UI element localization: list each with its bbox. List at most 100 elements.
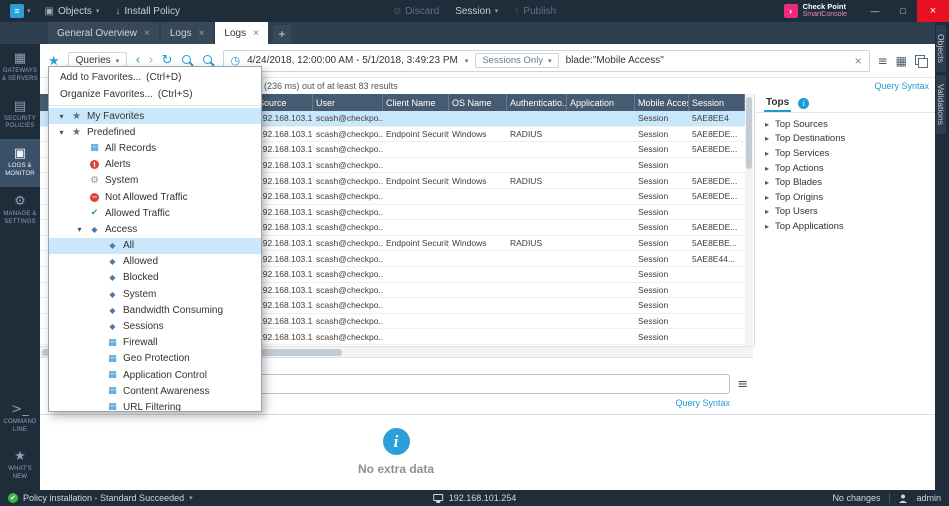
- menu-item-label: Add to Favorites...: [60, 72, 141, 83]
- query-tree-item-application-control[interactable]: ▦ Application Control: [49, 367, 261, 383]
- list-view-icon[interactable]: ≡: [878, 54, 888, 68]
- tabbar: General Overview × Logs × Logs × +: [0, 22, 935, 44]
- tab-logs[interactable]: Logs ×: [161, 22, 214, 44]
- chevron-right-icon: ▸: [765, 149, 769, 158]
- query-syntax-link-bottom[interactable]: Query Syntax: [675, 398, 730, 408]
- tops-item-top-blades[interactable]: ▸ Top Blades: [755, 175, 935, 190]
- sidebar-item-logs-monitor[interactable]: ▣ LOGS & MONITOR: [0, 139, 40, 187]
- gear-icon: ⚙: [88, 175, 101, 186]
- col-os-name[interactable]: OS Name: [449, 94, 507, 111]
- col-mobile-access[interactable]: Mobile Access...: [635, 94, 689, 111]
- maximize-button[interactable]: □: [889, 0, 917, 22]
- cell-mobile-access: Session: [635, 129, 689, 139]
- sidebar-item-what-s-new[interactable]: ★ WHAT'S NEW: [0, 442, 40, 490]
- publish-button[interactable]: ↑ Publish: [506, 0, 564, 22]
- query-tree-item-system[interactable]: ◆ System: [49, 286, 261, 302]
- install-policy-button[interactable]: ↓ Install Policy: [107, 0, 188, 22]
- query-tree-item-allowed-traffic[interactable]: ✔ Allowed Traffic: [49, 205, 261, 221]
- tab-close-icon[interactable]: ×: [199, 28, 205, 39]
- query-tree-item-all-records[interactable]: ▦ All Records: [49, 140, 261, 156]
- table-vertical-scrollbar[interactable]: [745, 94, 753, 346]
- query-tree-item-access[interactable]: ▾ ◆ Access: [49, 221, 261, 237]
- query-tree-item-url-filtering[interactable]: ▦ URL Filtering: [49, 399, 261, 412]
- grid-view-icon[interactable]: ▦: [896, 54, 907, 68]
- query-tree-item-alerts[interactable]: ! Alerts: [49, 157, 261, 173]
- objects-menu-button[interactable]: ▣ Objects ▾: [37, 0, 108, 22]
- policy-status[interactable]: ✔ Policy installation - Standard Succeed…: [8, 493, 193, 503]
- search-field[interactable]: ◷ 4/24/2018, 12:00:00 AM - 5/1/2018, 3:4…: [223, 50, 870, 72]
- smartconsole-window: ≡ ▾ ▣ Objects ▾ ↓ Install Policy ⊘ Disca…: [0, 0, 949, 506]
- expand-icon[interactable]: ▾: [75, 225, 84, 234]
- expand-icon[interactable]: ▾: [57, 112, 66, 121]
- tops-item-top-applications[interactable]: ▸ Top Applications: [755, 219, 935, 234]
- query-tree-item-my-favorites[interactable]: ▾ ★ My Favorites: [49, 108, 261, 124]
- sidebar-item-command-line[interactable]: >_ COMMAND LINE: [0, 395, 40, 443]
- close-button[interactable]: ×: [917, 0, 949, 22]
- sidebar-item-manage-settings[interactable]: ⚙ MANAGE & SETTINGS: [0, 187, 40, 235]
- col-session[interactable]: Session: [689, 94, 745, 111]
- policy-status-label: Policy installation - Standard Succeeded: [23, 493, 184, 503]
- col-user[interactable]: User: [313, 94, 383, 111]
- tops-item-top-services[interactable]: ▸ Top Services: [755, 146, 935, 161]
- tops-item-top-origins[interactable]: ▸ Top Origins: [755, 190, 935, 205]
- chevron-right-icon: ▸: [765, 193, 769, 202]
- query-tree-item-predefined[interactable]: ▾ ★ Predefined: [49, 124, 261, 140]
- menu-item-add-to-favorites[interactable]: Add to Favorites... (Ctrl+D): [49, 69, 261, 86]
- new-tab-button[interactable]: +: [273, 25, 291, 43]
- query-tree-item-content-awareness[interactable]: ▦ Content Awareness: [49, 383, 261, 399]
- sessions-only-dropdown[interactable]: Sessions Only ▾: [475, 53, 558, 68]
- side-tab-validations[interactable]: Validations: [936, 75, 946, 134]
- query-syntax-link[interactable]: Query Syntax: [874, 81, 929, 91]
- objects-icon: ▣: [45, 6, 54, 17]
- col-client-name[interactable]: Client Name: [383, 94, 449, 111]
- app-menu-button[interactable]: ≡ ▾: [4, 4, 37, 18]
- queries-label: Queries: [76, 55, 111, 66]
- tops-tab[interactable]: Tops: [764, 95, 791, 112]
- cell-mobile-access: Session: [635, 113, 689, 123]
- query-tree-item-allowed[interactable]: ◆ Allowed: [49, 254, 261, 270]
- scrollbar-thumb[interactable]: [746, 97, 752, 169]
- cell-session: 5AE8EDE...: [689, 222, 745, 232]
- menu-icon[interactable]: ≡: [737, 377, 748, 392]
- query-tree-item-blocked[interactable]: ◆ Blocked: [49, 270, 261, 286]
- query-tree-item-all[interactable]: ◆ All: [49, 238, 261, 254]
- query-tree-item-sessions[interactable]: ◆ Sessions: [49, 318, 261, 334]
- export-icon[interactable]: [915, 55, 927, 67]
- sidebar-item-security-policies[interactable]: ▤ SECURITY POLICIES: [0, 92, 40, 140]
- time-range-value[interactable]: 4/24/2018, 12:00:00 AM - 5/1/2018, 3:49:…: [247, 55, 458, 66]
- tops-item-top-destinations[interactable]: ▸ Top Destinations: [755, 132, 935, 147]
- tab-close-icon[interactable]: ×: [253, 28, 259, 39]
- query-tree-item-bandwidth-consuming[interactable]: ◆ Bandwidth Consuming: [49, 302, 261, 318]
- tops-item-top-sources[interactable]: ▸ Top Sources: [755, 117, 935, 132]
- minimize-button[interactable]: —: [861, 0, 889, 22]
- tab-logs[interactable]: Logs ×: [215, 22, 268, 44]
- menu-item-organize-favorites[interactable]: Organize Favorites... (Ctrl+S): [49, 86, 261, 103]
- publish-icon: ↑: [514, 6, 519, 17]
- cell-user: scash@checkpo...: [313, 207, 383, 217]
- cell-source: 192.168.103.1: [255, 176, 313, 186]
- side-tab-objects[interactable]: Objects: [936, 25, 946, 72]
- tops-item-top-users[interactable]: ▸ Top Users: [755, 205, 935, 220]
- user-label[interactable]: admin: [916, 493, 941, 503]
- col-authentication[interactable]: Authenticatio...: [507, 94, 567, 111]
- clear-search-icon[interactable]: ×: [855, 54, 862, 68]
- sidebar-item-gateways-servers[interactable]: ▦ GATEWAYS & SERVERS: [0, 44, 40, 92]
- tabs: General Overview × Logs × Logs ×: [48, 22, 270, 44]
- query-tree-item-geo-protection[interactable]: ▦ Geo Protection: [49, 351, 261, 367]
- cell-source: 192.168.103.1: [255, 160, 313, 170]
- discard-button[interactable]: ⊘ Discard: [385, 0, 447, 22]
- col-application[interactable]: Application: [567, 94, 635, 111]
- tab-close-icon[interactable]: ×: [144, 28, 150, 39]
- server-address: 192.168.101.254: [433, 493, 517, 503]
- tops-item-top-actions[interactable]: ▸ Top Actions: [755, 161, 935, 176]
- query-tree-item-not-allowed-traffic[interactable]: − Not Allowed Traffic: [49, 189, 261, 205]
- tab-general-overview[interactable]: General Overview ×: [48, 22, 159, 44]
- query-input-value[interactable]: blade:"Mobile Access": [566, 55, 664, 66]
- session-menu-button[interactable]: Session ▾: [447, 0, 506, 22]
- col-source[interactable]: Source: [255, 94, 313, 111]
- query-tree-item-system[interactable]: ⚙ System: [49, 173, 261, 189]
- query-tree-item-firewall[interactable]: ▦ Firewall: [49, 335, 261, 351]
- cell-user: scash@checkpo...: [313, 129, 383, 139]
- expand-icon[interactable]: ▾: [57, 128, 66, 137]
- info-icon[interactable]: i: [798, 98, 809, 109]
